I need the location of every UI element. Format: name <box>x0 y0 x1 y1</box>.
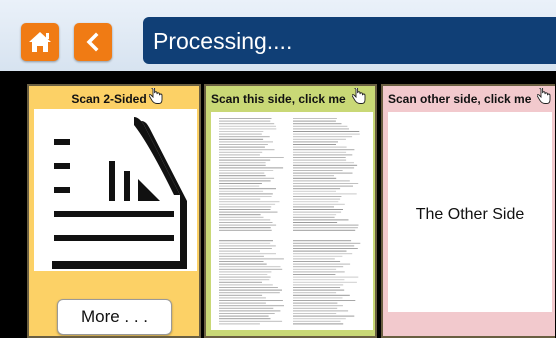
chevron-left-icon <box>86 32 99 52</box>
page-title: Processing.... <box>153 28 293 54</box>
scanned-page-preview <box>211 112 373 330</box>
back-button[interactable] <box>74 23 112 61</box>
scan-other-side-panel[interactable]: Scan other side, click me The Other Side <box>381 84 555 338</box>
scanned-text-lines <box>219 118 361 325</box>
home-button[interactable] <box>21 23 59 61</box>
panel-label: Scan 2-Sided <box>71 92 147 106</box>
more-button[interactable]: More . . . <box>57 299 172 335</box>
scan-this-side-panel[interactable]: Scan this side, click me <box>204 84 377 338</box>
document-illustration-box <box>34 109 197 271</box>
top-bar: Processing.... <box>0 0 556 71</box>
panel-label: Scan this side, click me <box>211 92 346 106</box>
title-bar: Processing.... <box>143 17 556 64</box>
panel-label: Scan other side, click me <box>388 92 532 106</box>
pointer-hand-icon <box>352 88 366 104</box>
home-icon <box>29 32 51 52</box>
other-side-placeholder: The Other Side <box>388 112 552 312</box>
pointer-hand-icon <box>537 88 551 104</box>
two-sided-document-icon <box>48 117 187 269</box>
pointer-hand-icon <box>149 88 163 104</box>
other-side-text: The Other Side <box>415 206 525 223</box>
scan-2-sided-panel[interactable]: Scan 2-Sided More . . . <box>27 84 201 338</box>
